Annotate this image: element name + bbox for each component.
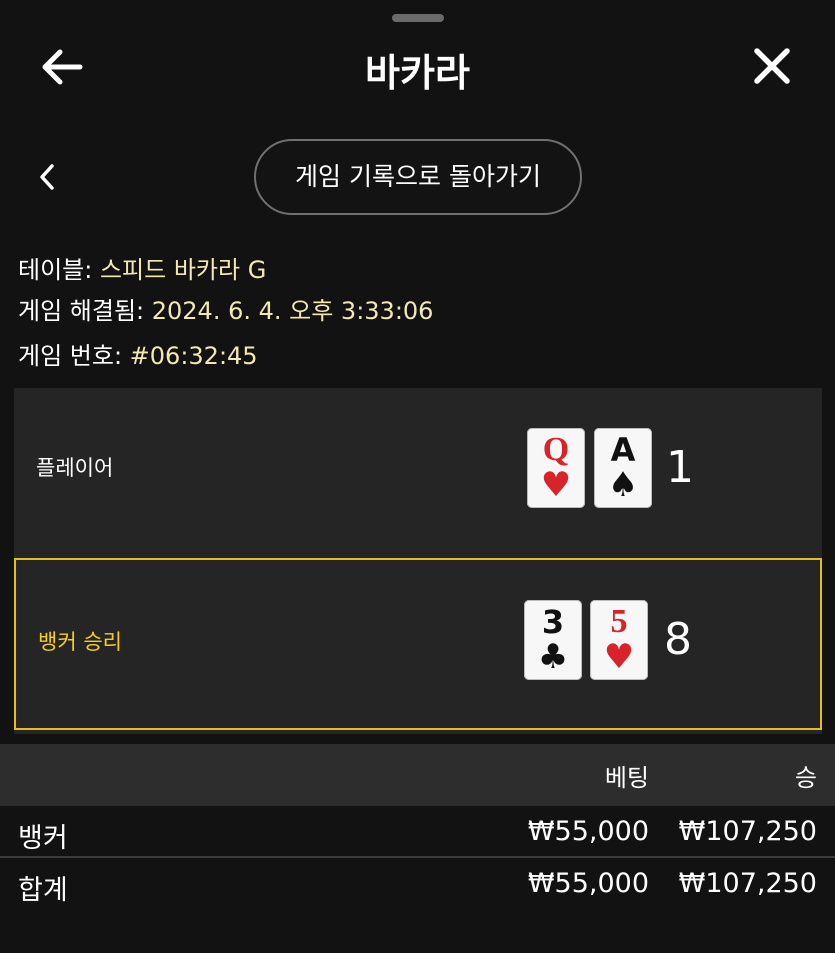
win-amount: ₩107,250 [678, 816, 817, 847]
info-resolved-value: 2024. 6. 4. 오후 3:33:06 [151, 297, 434, 325]
info-table: 테이블: 스피드 바카라 G [18, 250, 266, 285]
total-label: 합계 [18, 875, 68, 906]
info-number-label: 게임 번호: [18, 342, 130, 370]
total-win-amount: ₩107,250 [678, 868, 817, 899]
heart-suit-icon: ♥ [603, 637, 635, 677]
chevron-left-icon[interactable] [36, 162, 58, 192]
spade-suit-icon: ♠ [607, 465, 639, 505]
back-to-history-button[interactable]: 게임 기록으로 돌아가기 [254, 139, 582, 215]
total-bet-amount: ₩55,000 [527, 868, 649, 899]
banker-card-1: 3 ♣ [524, 600, 582, 680]
info-game-number: 게임 번호: #06:32:45 [18, 336, 258, 371]
banker-card-2: 5 ♥ [590, 600, 648, 680]
card-rank: A [610, 431, 636, 469]
info-table-value: 스피드 바카라 G [99, 256, 267, 284]
heart-suit-icon: ♥ [540, 465, 572, 505]
card-rank: Q [542, 431, 570, 468]
banker-win-label: 뱅커 승리 [38, 630, 122, 654]
banker-result-row: 뱅커 승리 3 ♣ 5 ♥ 8 [14, 558, 822, 730]
divider [0, 856, 835, 858]
player-label: 플레이어 [36, 456, 114, 480]
bet-name: 뱅커 [18, 823, 68, 854]
card-rank: 5 [610, 603, 628, 640]
close-icon[interactable] [752, 46, 792, 86]
info-resolved-label: 게임 해결됨: [18, 297, 152, 325]
bets-table-header: 베팅 승 [0, 744, 835, 806]
game-history-detail-sheet: 바카라 게임 기록으로 돌아가기 테이블: 스피드 바카라 G 게임 해결됨: … [0, 0, 835, 953]
info-number-value: #06:32:45 [129, 342, 258, 370]
club-suit-icon: ♣ [537, 637, 569, 677]
card-rank: 3 [541, 603, 565, 641]
player-result-row: 플레이어 Q ♥ A ♠ 1 [14, 388, 822, 556]
player-card-2: A ♠ [594, 428, 652, 508]
header: 바카라 [0, 30, 835, 102]
drag-handle[interactable] [392, 14, 444, 22]
results-panel: 플레이어 Q ♥ A ♠ 1 뱅커 승리 3 ♣ 5 ♥ 8 [14, 388, 822, 734]
table-row: 뱅커 ₩55,000 ₩107,250 [0, 808, 835, 858]
bet-amount: ₩55,000 [527, 816, 649, 847]
player-score: 1 [666, 442, 694, 493]
table-row-total: 합계 ₩55,000 ₩107,250 [0, 860, 835, 910]
player-card-1: Q ♥ [527, 428, 585, 508]
bet-column-header: 베팅 [604, 764, 649, 792]
info-resolved-time: 게임 해결됨: 2024. 6. 4. 오후 3:33:06 [18, 291, 433, 326]
page-title: 바카라 [365, 51, 470, 95]
info-table-label: 테이블: [18, 256, 100, 284]
win-column-header: 승 [794, 764, 817, 792]
banker-score: 8 [664, 614, 692, 665]
